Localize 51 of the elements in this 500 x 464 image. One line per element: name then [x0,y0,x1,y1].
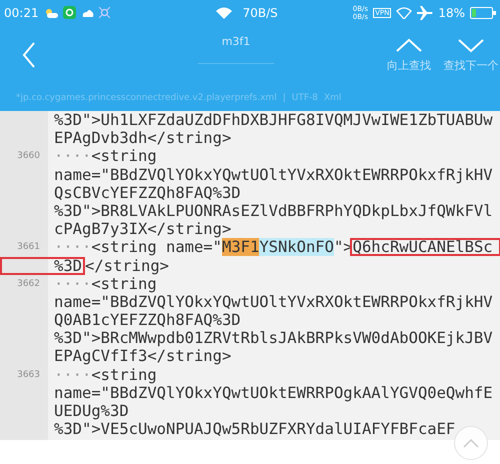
wifi-icon [214,6,233,19]
chevron-down-icon [458,38,484,52]
boxed-text: Q6hcRwUCANElBSc [350,238,500,256]
code-text: EPAgDvb3dh</string> [54,129,232,148]
chevron-up-icon [396,38,422,52]
code-text: EPAgCVfIf3</string> [54,347,232,366]
line-number: 3663 [17,370,40,380]
code-text: </string> [85,256,169,274]
separator-text: | [282,93,286,103]
battery-icon [470,6,496,18]
code-text: <string name=" [91,238,222,256]
chevron-up-icon [463,438,479,448]
whitespace-marker: ···· [54,366,92,384]
code-text: UEDUg%3D [54,402,129,420]
whitespace-marker: ···· [54,274,92,293]
search-field[interactable]: m3f1 [198,35,274,64]
wifi-icon [396,6,412,18]
back-icon [22,42,36,68]
line-number: 3661 [17,242,40,252]
whitespace-marker: ···· [54,147,92,166]
scroll-top-button[interactable] [454,426,488,460]
code-text: name="BBdZVQlYOkxYQwtUOktEWRRPOgkAAlYGVQ0eQwhfE [54,384,493,402]
code-text: name="BBdZVQlYOkxYQwtUOltYVxRXOktEWRRPOkxfRjkHV [54,166,493,184]
search-match: M3F1 [222,238,260,256]
find-next-button[interactable]: 查找下一个 [442,38,500,72]
line-number: 3660 [17,151,40,162]
code-text: <string [91,147,157,166]
encoding-label: UTF-8 [292,93,318,103]
line-number: 3662 [17,278,40,289]
code-text: Q0AB1cYEFZZQh8FAQ%3D [54,311,241,330]
code-text: %3D">VE5cUwoNPUAJQw5RbUZFXRYdalUIAFYFBFcaEF [54,420,456,438]
code-text: cPAgB7y3IX</string> [54,220,232,238]
code-text: %3D">BRcMWwpdb01ZRVtRblsJAkBRPksVW0dAbOOKEjkJBV [54,329,493,348]
clock-time: 00:21 [4,6,39,20]
code-text: <string [91,274,157,293]
syntax-label: Xml [324,93,342,103]
airplane-icon [417,6,434,20]
code-text: name="BBdZVQlYOkxYQwtUOltYVxRXOktEWRRPOkxfRjkHV [54,292,493,311]
whitespace-marker: ···· [54,238,92,256]
network-speed: 70B/S [242,6,278,20]
find-previous-button[interactable]: 向上查找 [380,38,438,72]
code-text: %3D">BR8LVAkLPUONRAsEZlVdBBFRPhYQDkpLbxJfQWkFVl [54,202,493,220]
app-icon [62,6,76,19]
battery-percent: 18% [438,6,465,20]
weather-icon [44,6,58,18]
file-name: *jp.co.cygames.princessconnectredive.v2.playerprefs.xml [16,93,277,103]
match-highlight: YSNkOnFO [259,238,334,256]
code-text: %3D">Uh1LXFZdaUZdDFhDXBJHFG8IVQMJVwIWE1ZbTUABUw [54,111,493,129]
code-text: <string [91,366,157,384]
boxed-text: %3D [0,256,85,274]
code-text: QsCBVcYEFZZQh8FAQ%3D [54,184,241,202]
